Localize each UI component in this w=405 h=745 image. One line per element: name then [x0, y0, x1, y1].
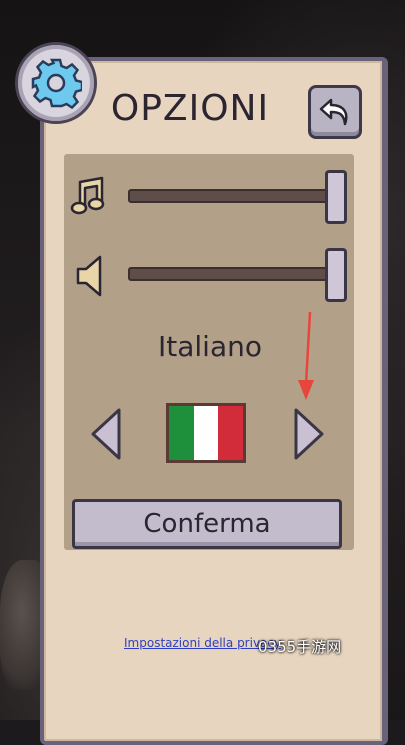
watermark: 0355手游网 — [258, 638, 342, 656]
annotation-arrow — [298, 311, 314, 400]
chevron-right-icon[interactable] — [292, 406, 326, 462]
language-label: Italiano — [158, 330, 262, 363]
flag-white-stripe — [193, 406, 219, 460]
chevron-left-icon[interactable] — [89, 406, 123, 462]
page-title: OPZIONI — [110, 88, 270, 129]
settings-button[interactable] — [15, 42, 97, 124]
flag-green-stripe — [169, 406, 194, 460]
sound-volume-knob[interactable] — [325, 248, 347, 302]
back-button[interactable] — [308, 85, 362, 139]
confirm-button[interactable]: Conferma — [72, 499, 342, 549]
italy-flag — [166, 403, 246, 463]
gear-icon — [31, 58, 82, 109]
back-arrow-icon — [319, 98, 348, 126]
music-note-icon — [70, 176, 105, 215]
music-volume-knob[interactable] — [325, 170, 347, 224]
flag-red-stripe — [218, 406, 244, 460]
speaker-icon — [76, 255, 102, 297]
sound-volume-slider[interactable] — [128, 267, 344, 281]
music-volume-slider[interactable] — [128, 189, 344, 203]
